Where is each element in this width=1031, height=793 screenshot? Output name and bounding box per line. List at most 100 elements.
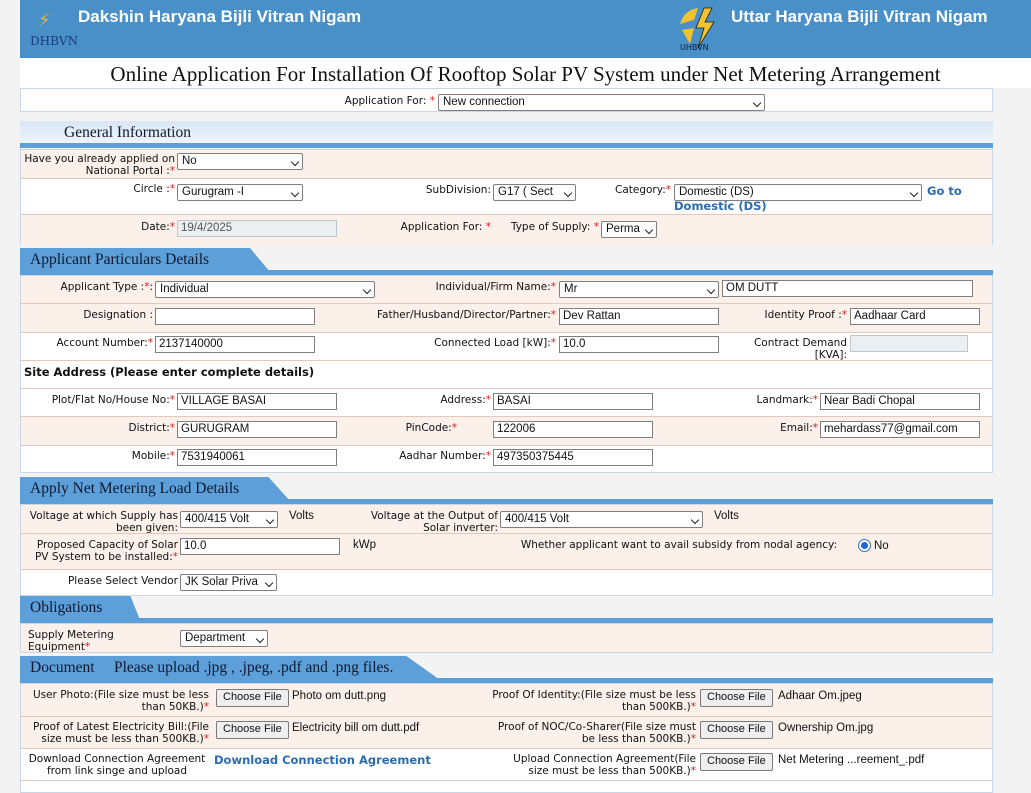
application-for-label: Application For: * [344,95,435,107]
subsidy-no-label: No [874,540,889,552]
metering-select[interactable]: Department [180,630,268,647]
firm-name-input[interactable]: OM DUTT [722,280,973,297]
dhbvn-logo-text: DHBVN [30,34,79,48]
subsidy-no-radio[interactable] [858,539,871,552]
kwp-unit: kWp [353,539,376,551]
national-portal-label: Have you already applied on National Por… [24,153,175,177]
general-info-header: General Information [20,121,993,149]
general-app-for-label: Application For: * [400,221,491,233]
voltage-supply-select[interactable]: 400/415 Volt [180,511,278,528]
designation-label: Designation : [83,309,153,321]
uhbvn-logo-text: UHBVN [680,43,709,52]
user-photo-choose-button[interactable]: Choose File [216,689,289,707]
district-input[interactable]: GURUGRAM [177,421,337,438]
plot-input[interactable]: VILLAGE BASAI [177,393,337,410]
bill-filename: Electricity bill om dutt.pdf [292,722,420,734]
netmeter-title: Apply Net Metering Load Details [20,477,290,501]
voltage-solar-select[interactable]: 400/415 Volt [500,511,703,528]
netmeter-section: Voltage at which Supply has been given: … [20,504,993,596]
address-label: Address:* [440,394,491,406]
supply-type-select[interactable]: Perma [601,221,657,238]
capacity-label: Proposed Capacity of Solar PV System to … [34,539,178,563]
upload-agreement-choose-button[interactable]: Choose File [700,753,773,771]
pincode-input[interactable]: 122006 [493,421,653,438]
salutation-select[interactable]: Mr [559,281,719,298]
applicant-type-select[interactable]: Individual [155,281,375,298]
designation-input[interactable] [155,308,315,325]
volts-label-2: Volts [714,510,739,522]
download-agreement-label: Download Connection Agreement from link … [28,753,206,777]
identity-proof-label: Identity Proof :* [764,309,847,321]
application-for-select[interactable]: New connection [438,94,765,111]
general-info-section: Have you already applied on National Por… [20,149,993,245]
bill-choose-button[interactable]: Choose File [216,721,289,739]
download-agreement-link[interactable]: Download Connection Agreement [214,753,431,767]
email-input[interactable]: mehardass77@gmail.com [820,421,980,438]
applicant-header: Applicant Particulars Details [20,248,993,276]
document-header: Document Please upload .jpg , .jpeg, .pd… [20,656,993,684]
noc-filename: Ownership Om.jpg [778,722,874,734]
account-number-input[interactable]: 2137140000 [155,336,315,353]
connected-load-input[interactable]: 10.0 [559,336,719,353]
go-to-category-link[interactable]: Go to Domestic (DS) [674,184,974,214]
circle-select[interactable]: Gurugram -I [177,184,303,201]
user-photo-label: User Photo:(File size must be less than … [32,689,209,713]
subsidy-label: Whether applicant want to avail subsidy … [520,539,837,551]
father-name-input[interactable]: Dev Rattan [559,308,719,325]
circle-label: Circle :* [133,183,175,195]
voltage-supply-label: Voltage at which Supply has been given: [29,510,178,534]
bill-label: Proof of Latest Electricity Bill:(File s… [32,721,209,745]
obligations-section: Supply Metering Equipment* Department [20,623,993,653]
noc-label: Proof of NOC/Co-Sharer(File size must be… [497,721,696,745]
date-input[interactable]: 19/4/2025 [177,220,337,237]
lightning-bolt-icon: ⚡ [38,10,51,31]
vendor-select[interactable]: JK Solar Priva [180,574,277,591]
applicant-type-label: Applicant Type :*: [60,281,153,293]
upload-agreement-label: Upload Connection Agreement(File size mu… [513,753,696,777]
account-number-label: Account Number:* [56,337,153,349]
aadhar-label: Aadhar Number:* [399,450,491,462]
capacity-input[interactable]: 10.0 [180,538,340,555]
identity-filename: Adhaar Om.jpeg [778,690,862,702]
vendor-label: Please Select Vendor [67,575,178,587]
mobile-label: Mobile:* [131,450,175,462]
noc-choose-button[interactable]: Choose File [700,721,773,739]
dhbvn-logo: ⚡ DHBVN [24,8,78,52]
site-address-heading: Site Address (Please enter complete deta… [24,365,315,379]
dhbvn-title: Dakshin Haryana Bijli Vitran Nigam [78,7,362,26]
voltage-solar-label: Voltage at the Output of Solar inverter: [370,510,498,534]
obligations-title: Obligations [20,596,140,620]
contract-demand-label: Contract Demand [KVA]: [753,337,847,361]
plot-label: Plot/Flat No/House No:* [51,394,175,406]
address-input[interactable]: BASAI [493,393,653,410]
volts-label-1: Volts [289,510,314,522]
applicant-section: Applicant Type :*: Individual Individual… [20,275,993,473]
firm-name-label: Individual/Firm Name:* [435,281,556,293]
supply-type-label: Type of Supply: * [510,221,599,233]
identity-file-label: Proof Of Identity:(File size must be les… [492,689,696,713]
identity-choose-button[interactable]: Choose File [700,689,773,707]
application-for-row: Application For: * New connection [20,88,993,112]
uhbvn-title: Uttar Haryana Bijli Vitran Nigam [731,7,988,26]
identity-proof-input[interactable]: Aadhaar Card [850,308,980,325]
obligations-header: Obligations [20,596,993,624]
landmark-input[interactable]: Near Badi Chopal [820,393,980,410]
site-header: ⚡ DHBVN Dakshin Haryana Bijli Vitran Nig… [20,0,1031,58]
applicant-title: Applicant Particulars Details [20,248,270,272]
netmeter-header: Apply Net Metering Load Details [20,477,993,505]
upload-agreement-filename: Net Metering ...reement_.pdf [778,754,925,766]
pincode-label: PinCode:* [405,422,457,434]
page-title: Online Application For Installation Of R… [20,58,1031,88]
document-note: Please upload .jpg , .jpeg, .pdf and .pn… [113,659,394,676]
aadhar-input[interactable]: 497350375445 [493,449,653,466]
national-portal-select[interactable]: No [177,153,303,170]
uhbvn-logo: UHBVN [674,4,724,54]
connected-load-label: Connected Load [kW]:* [434,337,556,349]
mobile-input[interactable]: 7531940061 [177,449,337,466]
category-label: Category:* [615,184,671,196]
document-section: User Photo:(File size must be less than … [20,683,993,793]
subdivision-select[interactable]: G17 ( Sect [493,184,576,201]
email-label: Email:* [780,422,818,434]
district-label: District:* [128,422,175,434]
contract-demand-input[interactable] [850,335,968,352]
